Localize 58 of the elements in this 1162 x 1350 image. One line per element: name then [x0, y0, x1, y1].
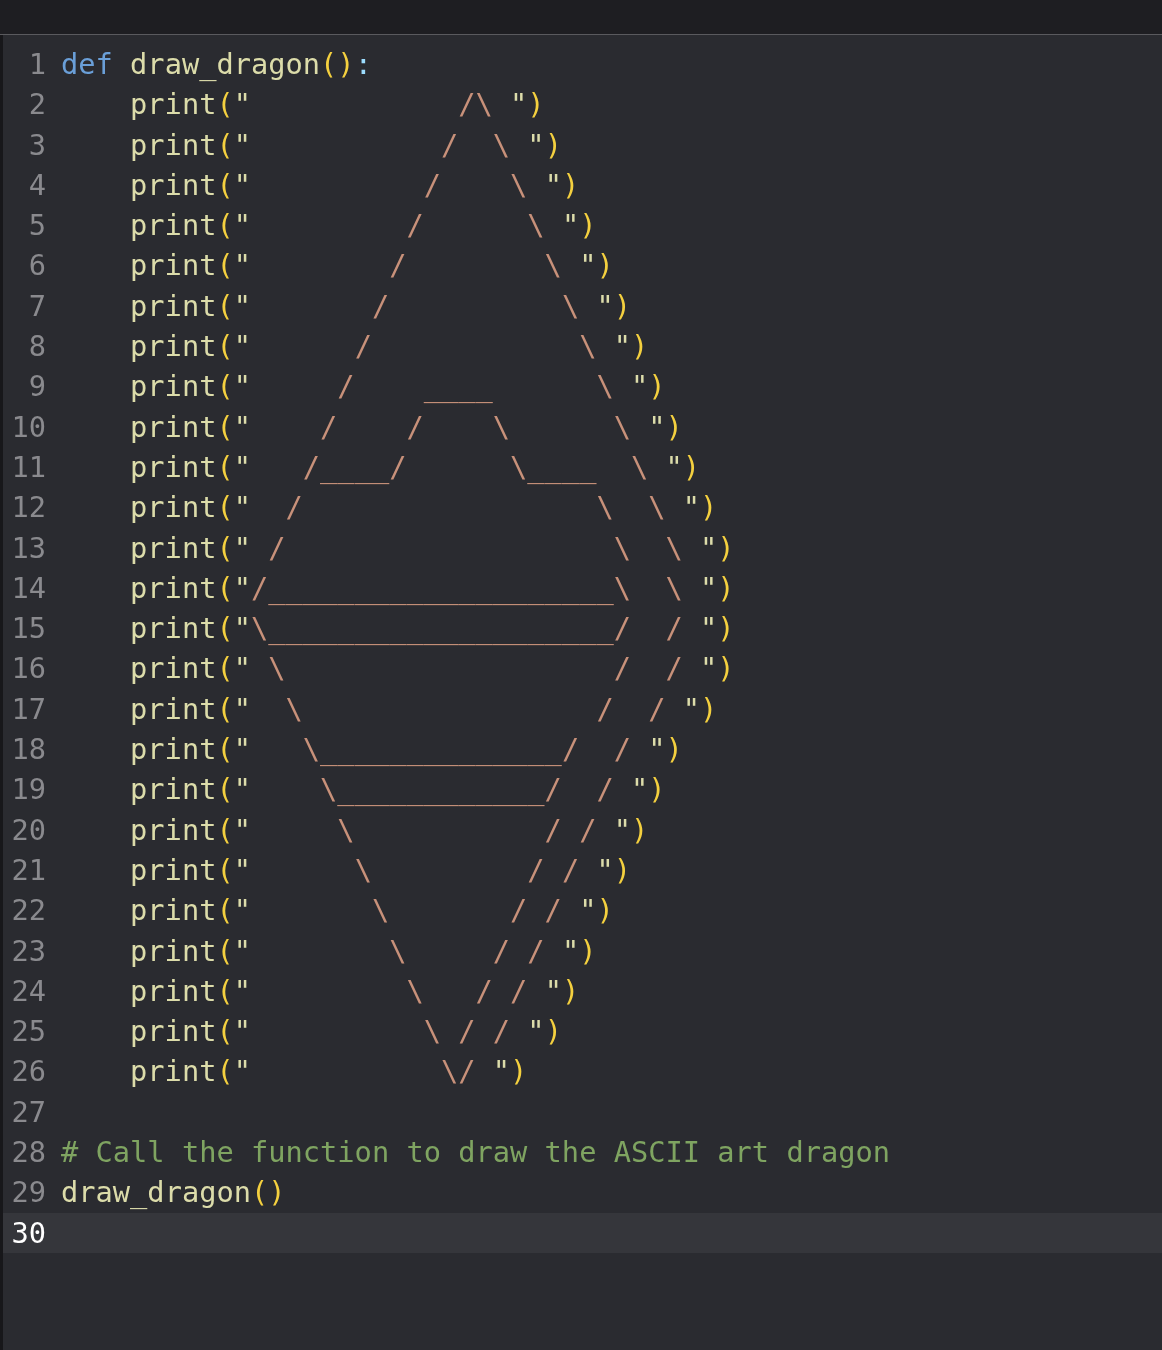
code-line: # Call the function to draw the ASCII art dragon: [61, 1134, 891, 1171]
code-line: print(" / \ "): [129, 247, 614, 285]
line-number: 11: [10, 448, 46, 486]
code-line: print(" / \ "): [129, 166, 580, 204]
line-number: 26: [10, 1053, 46, 1091]
line-number: 10: [10, 408, 46, 446]
line-number: 13: [10, 529, 46, 567]
code-line: print("\____________________/ / "): [129, 610, 735, 648]
code-line: print(" \ / / "): [129, 650, 735, 688]
line-number: 22: [10, 892, 46, 930]
code-line: print(" /\ "): [129, 86, 545, 124]
code-line: print("/____________________\ \ "): [129, 569, 735, 607]
code-line: print(" / \ "): [129, 287, 631, 325]
line-number: 21: [10, 851, 46, 889]
code-line: print(" \____________/ / "): [129, 771, 666, 809]
line-number: 3: [27, 126, 46, 164]
line-number: 24: [10, 972, 46, 1010]
line-number: 29: [10, 1174, 46, 1212]
code-line: print(" \ / / "): [129, 1013, 562, 1051]
code-line: print(" / \ "): [129, 207, 597, 245]
line-number: 4: [27, 166, 46, 204]
line-number: 27: [10, 1093, 46, 1131]
line-number: 23: [10, 932, 46, 970]
line-number: 2: [27, 86, 46, 124]
code-line: print(" \ / / "): [129, 932, 597, 970]
line-number: 8: [27, 328, 46, 366]
line-number: 9: [27, 368, 46, 406]
code-line: print(" / \ "): [129, 328, 649, 366]
line-number: 14: [10, 569, 46, 607]
code-line: print(" \ / / "): [129, 851, 631, 889]
code-line: draw_dragon(): [61, 1174, 286, 1212]
line-number: 7: [27, 287, 46, 325]
line-number: 16: [10, 650, 46, 688]
code-line: print(" / \ \ "): [129, 529, 735, 567]
code-line: def draw_dragon():: [61, 46, 372, 83]
line-number: 6: [27, 247, 46, 285]
line-number: 1: [27, 46, 46, 83]
code-line: print(" \/ "): [129, 1053, 528, 1091]
line-number: 30: [10, 1214, 46, 1252]
line-number: 19: [10, 771, 46, 809]
line-number: 25: [10, 1013, 46, 1051]
code-line: print(" / \ \ "): [129, 489, 718, 527]
line-number: 18: [10, 731, 46, 769]
line-number: 15: [10, 610, 46, 648]
code-line: print(" \ / / "): [129, 690, 718, 728]
line-number: 20: [10, 811, 46, 849]
code-line: print(" \ / / "): [129, 972, 580, 1010]
line-number: 28: [10, 1134, 46, 1171]
code-line: print(" \ / / "): [129, 811, 649, 849]
code-line: print(" \ / / "): [129, 892, 614, 930]
code-line: print(" /____/ \____ \ "): [129, 448, 701, 486]
line-number: 17: [10, 690, 46, 728]
code-line: print(" \______________/ / "): [129, 731, 683, 769]
line-number: 12: [10, 489, 46, 527]
code-line: print(" / ____ \ "): [129, 368, 666, 406]
line-number: 5: [27, 207, 46, 245]
code-line: print(" / / \ \ "): [129, 408, 683, 446]
code-line: print(" / \ "): [129, 126, 562, 164]
